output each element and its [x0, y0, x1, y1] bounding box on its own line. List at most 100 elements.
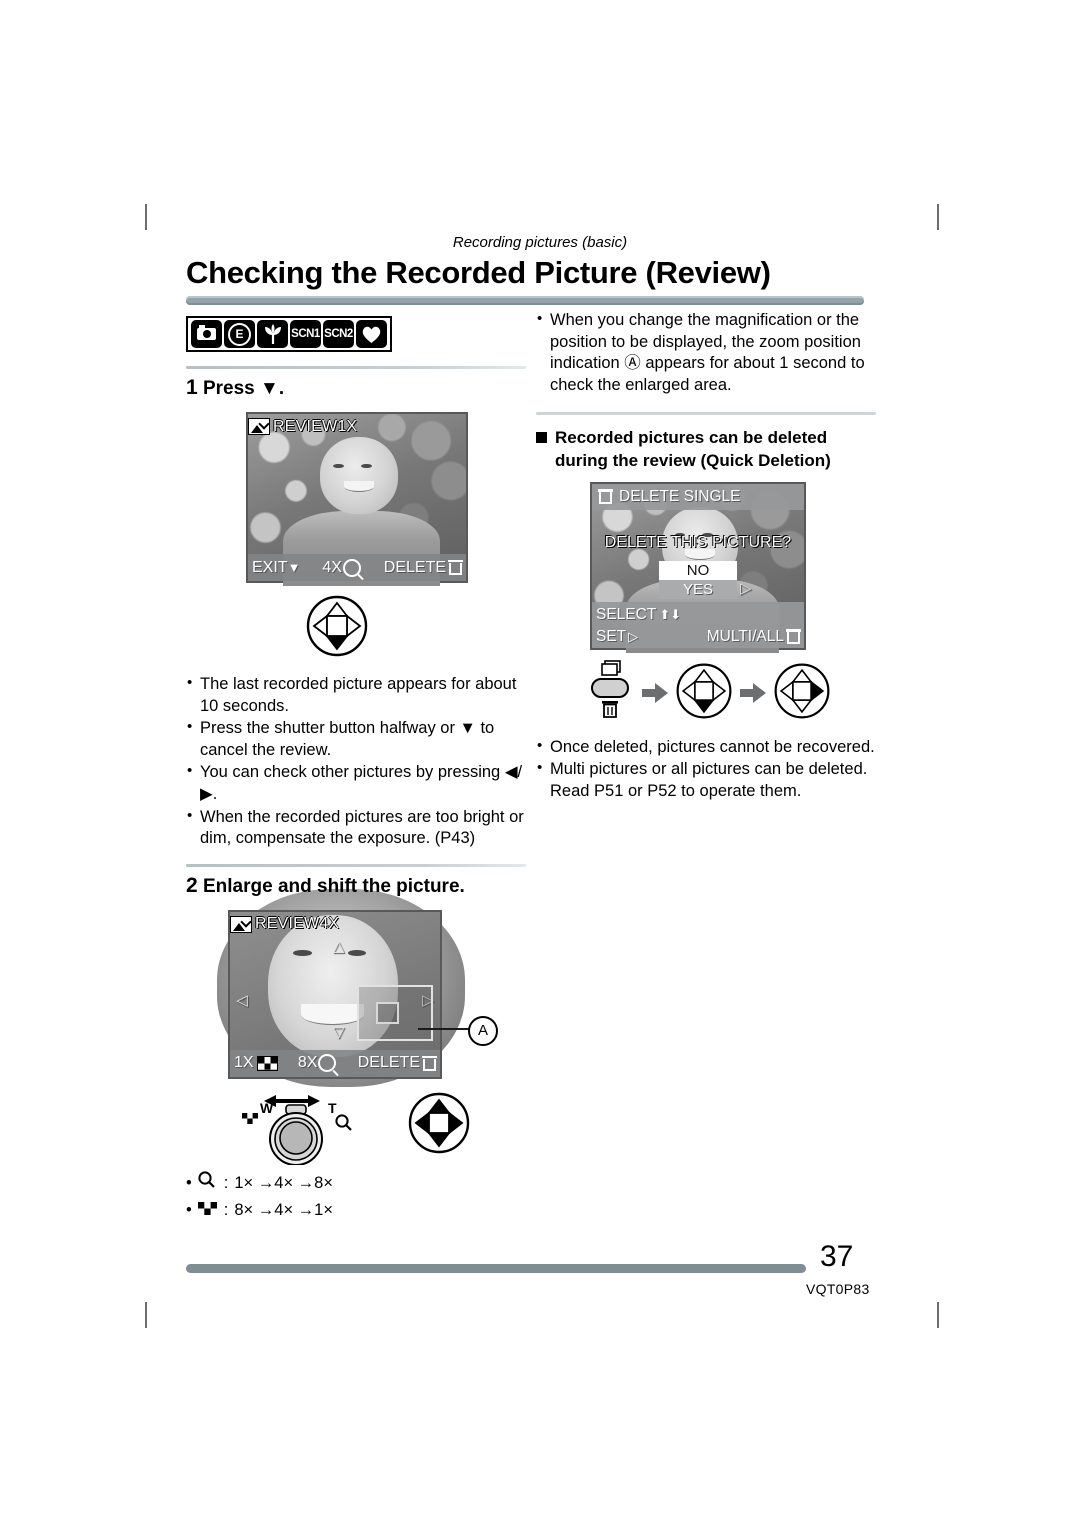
- zoom-position-box: [376, 1002, 399, 1025]
- delete-menu-bottom-bar: SELECT ⬆⬇ SET ▷ MULTI/ALL: [592, 601, 804, 648]
- mode-icon-strip: E SCN1 SCN2: [186, 316, 392, 352]
- left-column: E SCN1 SCN2 1 Press ▼. REVIEW1X EXIT ▼ 4…: [186, 316, 526, 1225]
- svg-text:W: W: [260, 1100, 274, 1116]
- delete-confirm-question: DELETE THIS PICTURE?: [604, 534, 792, 552]
- scene-mode-1-icon: SCN1: [290, 320, 321, 348]
- delete-option-no[interactable]: NO: [659, 560, 737, 580]
- zoom-sequence-legend: • : 1× →4× →8× •: 8× →4× →1×: [186, 1171, 526, 1223]
- delete-operation-sequence: [582, 659, 876, 727]
- step1-heading: 1 Press ▼.: [186, 376, 526, 400]
- review-icon: [230, 915, 252, 933]
- review-1x-osd-top: REVIEW1X: [248, 414, 466, 439]
- legend-sequence: 1× →4× →8×: [234, 1173, 333, 1192]
- magnify-icon: [342, 558, 361, 577]
- title-rule: [186, 296, 864, 305]
- macro-mode-icon: [257, 320, 288, 348]
- economy-mode-icon: E: [224, 320, 255, 348]
- heart-mode-icon: [356, 320, 387, 348]
- crop-mark-bottom-right: [937, 1302, 939, 1328]
- sequence-arrow-icon: [740, 683, 766, 704]
- manual-page: Recording pictures (basic) Checking the …: [0, 0, 1080, 1526]
- callout-leader-line: [418, 1027, 470, 1030]
- updown-arrow-icon: ⬆⬇: [659, 607, 682, 623]
- delete-button-illustration: [582, 659, 636, 727]
- multi-view-icon: [256, 1055, 278, 1071]
- trash-icon: [422, 1055, 437, 1071]
- step1-number: 1: [186, 376, 198, 399]
- delete-label: DELETE: [383, 558, 447, 576]
- zoom-4x-label: 4X: [322, 558, 342, 576]
- step2-number: 2: [186, 873, 198, 897]
- section-kicker: Recording pictures (basic): [452, 234, 628, 251]
- review-icon: [248, 418, 270, 435]
- zoom-position-indicator: [357, 984, 433, 1041]
- shift-down-arrow-icon: ▽: [332, 1023, 345, 1041]
- review-4x-osd-top: REVIEW4X: [230, 912, 440, 937]
- page-number: 37: [820, 1240, 854, 1273]
- legend-sequence: 8× →4× →1×: [234, 1200, 333, 1219]
- document-code: VQT0P83: [806, 1281, 870, 1297]
- crop-mark-bottom-left: [145, 1302, 147, 1328]
- scene-mode-1-label: SCN1: [291, 328, 320, 340]
- step1-bullets: The last recorded picture appears for ab…: [186, 673, 526, 850]
- review-1x-osd-bottom: EXIT ▼ 4X DELETE: [248, 554, 466, 581]
- delete-label: DELETE: [357, 1054, 420, 1072]
- footer-rule: [186, 1264, 806, 1273]
- crop-mark-top-left: [145, 204, 147, 230]
- review-4x-osd-bottom: 1X 8X DELETE: [230, 1049, 440, 1077]
- select-label: SELECT: [596, 605, 657, 623]
- cursor-pad-down: [674, 662, 734, 725]
- step2-heading: 2 Enlarge and shift the picture.: [186, 874, 526, 898]
- right-column: When you change the magnification or the…: [536, 309, 876, 803]
- right-arrow-icon: ▷: [628, 628, 639, 644]
- shift-left-arrow-icon: ◁: [236, 992, 248, 1010]
- zoom-1x-label: 1X: [234, 1054, 254, 1072]
- step1-text: Press ▼.: [202, 378, 285, 399]
- delete-option-yes[interactable]: YES: [659, 579, 737, 599]
- set-cursor-arrow-icon: ▷: [740, 579, 752, 597]
- set-label: SET: [596, 627, 627, 645]
- step1-rule: [186, 366, 526, 369]
- list-item: Multi pictures or all pictures can be de…: [536, 758, 876, 802]
- list-item: You can check other pictures by pressing…: [186, 761, 526, 805]
- sequence-arrow-icon: [642, 683, 668, 704]
- shift-up-arrow-icon: △: [332, 937, 345, 955]
- multi-view-icon: [197, 1199, 218, 1223]
- trash-icon: [786, 629, 801, 645]
- list-item: When you change the magnification or the…: [536, 309, 876, 396]
- delete-menu-title: DELETE SINGLE: [619, 487, 741, 505]
- crop-mark-top-right: [937, 204, 939, 230]
- cursor-pad-right: [772, 662, 832, 725]
- magnify-icon: [318, 1054, 337, 1073]
- economy-mode-label: E: [228, 322, 251, 346]
- right-bottom-bullets: Once deleted, pictures cannot be recover…: [536, 736, 876, 803]
- step2-text: Enlarge and shift the picture.: [202, 875, 465, 897]
- list-item: When the recorded pictures are too brigh…: [186, 806, 526, 850]
- scene-mode-2-label: SCN2: [324, 328, 353, 340]
- cursor-pad-down: [304, 595, 526, 662]
- exit-label: EXIT: [252, 558, 288, 576]
- delete-menu-title-bar: DELETE SINGLE: [592, 483, 804, 510]
- svg-text:T: T: [328, 1100, 337, 1116]
- lcd-delete-single: DELETE SINGLE DELETE THIS PICTURE? NO YE…: [590, 481, 806, 653]
- trash-icon: [598, 489, 613, 505]
- multi-all-label: MULTI/ALL: [706, 627, 784, 645]
- lcd-review-4x: REVIEW4X △ ▽ ◁ ▷ 1X 8X DELETE: [217, 888, 466, 1087]
- list-item: The last recorded picture appears for ab…: [186, 673, 526, 717]
- cursor-pad-all: [406, 1092, 472, 1159]
- page-title: Checking the Recorded Picture (Review): [186, 255, 771, 290]
- zoom-8x-label: 8X: [297, 1054, 318, 1072]
- step2-rule: [186, 863, 526, 867]
- review-1x-label: REVIEW1X: [273, 417, 358, 435]
- lcd-review-1x: REVIEW1X EXIT ▼ 4X DELETE: [246, 412, 468, 586]
- list-item: Press the shutter button halfway or ▼ to…: [186, 717, 526, 761]
- normal-picture-mode-icon: [191, 320, 222, 348]
- legend-row: • : 8× →4× →1×: [186, 1199, 526, 1223]
- review-4x-label: REVIEW4X: [255, 915, 340, 933]
- subhead-rule: [536, 412, 876, 416]
- list-item: Once deleted, pictures cannot be recover…: [536, 736, 876, 759]
- zoom-lever-illustration: W T: [238, 1089, 388, 1166]
- magnify-icon: [198, 1171, 218, 1197]
- callout-label-a: A: [468, 1015, 498, 1046]
- legend-row: • : 1× →4× →8×: [186, 1171, 526, 1197]
